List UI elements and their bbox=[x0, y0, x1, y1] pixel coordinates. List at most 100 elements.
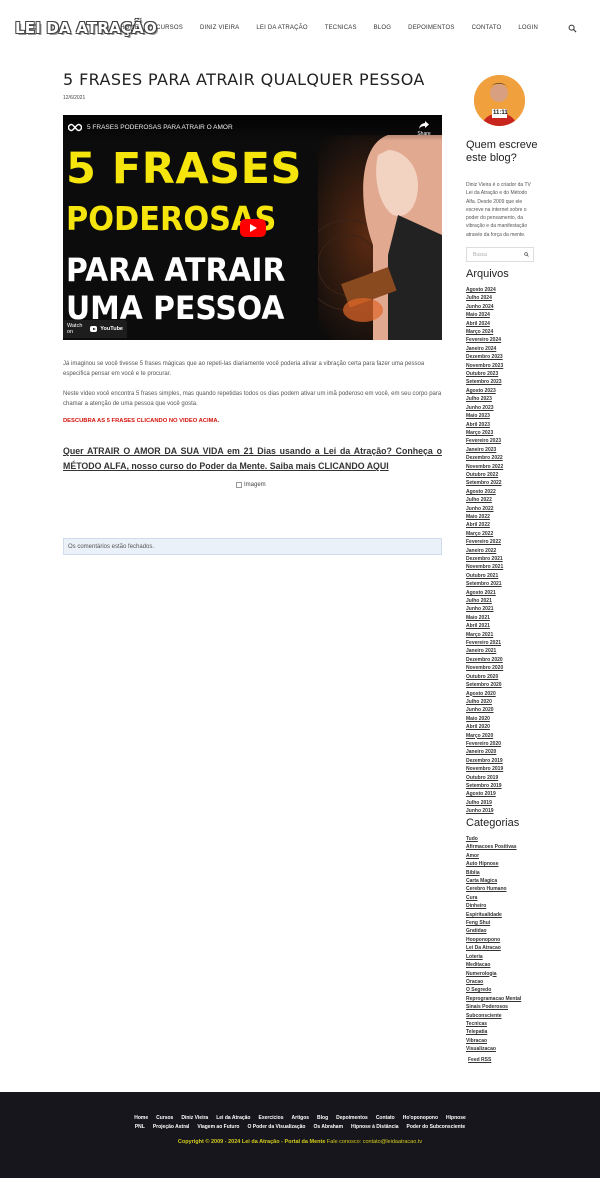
broken-image[interactable]: Imagem bbox=[236, 482, 266, 488]
archive-link[interactable]: Abril 2022 bbox=[466, 521, 503, 529]
archive-link[interactable]: Junho 2021 bbox=[466, 605, 503, 613]
nav-tecnicas[interactable]: TECNICAS bbox=[325, 25, 357, 31]
archive-link[interactable]: Agosto 2023 bbox=[466, 387, 503, 395]
archive-link[interactable]: Novembro 2023 bbox=[466, 362, 503, 370]
archive-link[interactable]: Julho 2024 bbox=[466, 294, 503, 302]
archive-link[interactable]: Setembro 2022 bbox=[466, 479, 503, 487]
archive-link[interactable]: Novembro 2022 bbox=[466, 463, 503, 471]
archive-link[interactable]: Novembro 2021 bbox=[466, 563, 503, 571]
archive-link[interactable]: Agosto 2019 bbox=[466, 790, 503, 798]
category-link[interactable]: Numerologia bbox=[466, 970, 521, 978]
archive-link[interactable]: Março 2020 bbox=[466, 732, 503, 740]
archive-link[interactable]: Junho 2024 bbox=[466, 303, 503, 311]
watch-on-youtube-button[interactable]: Watch on YouTube bbox=[63, 320, 127, 338]
category-link[interactable]: Subconsciente bbox=[466, 1012, 521, 1020]
category-link[interactable]: Telepatia bbox=[466, 1028, 521, 1036]
archive-link[interactable]: Janeiro 2022 bbox=[466, 547, 503, 555]
category-link[interactable]: Gratidao bbox=[466, 927, 521, 935]
footer-nav-link[interactable]: Depoimentos bbox=[336, 1115, 368, 1121]
sidebar-search-icon[interactable] bbox=[524, 252, 529, 257]
footer-nav-link[interactable]: Hipnose à Distância bbox=[351, 1124, 399, 1130]
archive-link[interactable]: Abril 2023 bbox=[466, 421, 503, 429]
archive-link[interactable]: Março 2021 bbox=[466, 631, 503, 639]
archive-link[interactable]: Maio 2021 bbox=[466, 614, 503, 622]
archive-link[interactable]: Março 2024 bbox=[466, 328, 503, 336]
archive-link[interactable]: Agosto 2021 bbox=[466, 589, 503, 597]
footer-nav-link[interactable]: Cursos bbox=[156, 1115, 173, 1121]
archive-link[interactable]: Setembro 2023 bbox=[466, 378, 503, 386]
archive-link[interactable]: Setembro 2020 bbox=[466, 681, 503, 689]
contact-text[interactable]: Fale conosco: contato@leidaatracao.tv bbox=[325, 1139, 422, 1145]
archive-link[interactable]: Julho 2023 bbox=[466, 395, 503, 403]
category-link[interactable]: Biblia bbox=[466, 869, 521, 877]
share-button[interactable]: Share bbox=[413, 121, 435, 137]
category-link[interactable]: Vibracao bbox=[466, 1037, 521, 1045]
archive-link[interactable]: Março 2023 bbox=[466, 429, 503, 437]
footer-nav-link[interactable]: Diniz Vieira bbox=[181, 1115, 208, 1121]
category-link[interactable]: Cura bbox=[466, 894, 521, 902]
archive-link[interactable]: Outubro 2022 bbox=[466, 471, 503, 479]
category-link[interactable]: Visualizacao bbox=[466, 1045, 521, 1053]
category-link[interactable]: Loteria bbox=[466, 953, 521, 961]
archive-link[interactable]: Julho 2021 bbox=[466, 597, 503, 605]
nav-contato[interactable]: CONTATO bbox=[472, 25, 502, 31]
archive-link[interactable]: Outubro 2020 bbox=[466, 673, 503, 681]
nav-lei-da-atracao[interactable]: LEI DA ATRAÇÃO bbox=[256, 25, 307, 31]
archive-link[interactable]: Agosto 2020 bbox=[466, 690, 503, 698]
feed-rss-link[interactable]: Feed RSS bbox=[468, 1057, 491, 1063]
archive-link[interactable]: Julho 2022 bbox=[466, 496, 503, 504]
archive-link[interactable]: Janeiro 2020 bbox=[466, 748, 503, 756]
footer-nav-link[interactable]: Os Abraham bbox=[313, 1124, 343, 1130]
archive-link[interactable]: Julho 2019 bbox=[466, 799, 503, 807]
archive-link[interactable]: Fevereiro 2024 bbox=[466, 336, 503, 344]
category-link[interactable]: Afirmacoes Positivas bbox=[466, 843, 521, 851]
archive-link[interactable]: Outubro 2023 bbox=[466, 370, 503, 378]
category-link[interactable]: Dinheiro bbox=[466, 902, 521, 910]
footer-nav-link[interactable]: O Poder da Visualização bbox=[247, 1124, 305, 1130]
archive-link[interactable]: Agosto 2024 bbox=[466, 286, 503, 294]
footer-nav-link[interactable]: Viagem ao Futuro bbox=[197, 1124, 239, 1130]
nav-diniz-vieira[interactable]: DINIZ VIEIRA bbox=[200, 25, 239, 31]
category-link[interactable]: Tecnicas bbox=[466, 1020, 521, 1028]
archive-link[interactable]: Setembro 2019 bbox=[466, 782, 503, 790]
archive-link[interactable]: Junho 2023 bbox=[466, 404, 503, 412]
footer-nav-link[interactable]: Home bbox=[134, 1115, 148, 1121]
archive-link[interactable]: Janeiro 2024 bbox=[466, 345, 503, 353]
search-icon[interactable] bbox=[568, 24, 577, 33]
footer-nav-link[interactable]: Blog bbox=[317, 1115, 328, 1121]
archive-link[interactable]: Outubro 2019 bbox=[466, 774, 503, 782]
category-link[interactable]: Cerebro Humano bbox=[466, 885, 521, 893]
category-link[interactable]: Carta Magica bbox=[466, 877, 521, 885]
archive-link[interactable]: Novembro 2019 bbox=[466, 765, 503, 773]
category-link[interactable]: Amor bbox=[466, 852, 521, 860]
category-link[interactable]: Oracao bbox=[466, 978, 521, 986]
archive-link[interactable]: Fevereiro 2023 bbox=[466, 437, 503, 445]
category-link[interactable]: Hooponopono bbox=[466, 936, 521, 944]
archive-link[interactable]: Agosto 2022 bbox=[466, 488, 503, 496]
footer-nav-link[interactable]: Ho'oponopono bbox=[403, 1115, 438, 1121]
nav-cursos[interactable]: CURSOS bbox=[156, 25, 183, 31]
category-link[interactable]: Lei Da Atracao bbox=[466, 944, 521, 952]
archive-link[interactable]: Abril 2020 bbox=[466, 723, 503, 731]
archive-link[interactable]: Setembro 2021 bbox=[466, 580, 503, 588]
archive-link[interactable]: Dezembro 2023 bbox=[466, 353, 503, 361]
archive-link[interactable]: Dezembro 2022 bbox=[466, 454, 503, 462]
footer-nav-link[interactable]: Exercícios bbox=[259, 1115, 284, 1121]
nav-home[interactable]: Home bbox=[120, 25, 139, 31]
archive-link[interactable]: Fevereiro 2022 bbox=[466, 538, 503, 546]
archive-link[interactable]: Maio 2020 bbox=[466, 715, 503, 723]
archive-link[interactable]: Novembro 2020 bbox=[466, 664, 503, 672]
category-link[interactable]: Auto Hipnose bbox=[466, 860, 521, 868]
footer-nav-link[interactable]: Poder do Subconsciente bbox=[407, 1124, 466, 1130]
archive-link[interactable]: Abril 2021 bbox=[466, 622, 503, 630]
sidebar-search-input[interactable]: Busca bbox=[466, 247, 534, 262]
footer-nav-link[interactable]: Projeção Astral bbox=[153, 1124, 190, 1130]
category-link[interactable]: Espiritualidade bbox=[466, 911, 521, 919]
channel-infinity-icon[interactable] bbox=[68, 123, 82, 132]
footer-nav-link[interactable]: Hipnose bbox=[446, 1115, 466, 1121]
category-link[interactable]: Sinais Poderosos bbox=[466, 1003, 521, 1011]
archive-link[interactable]: Março 2022 bbox=[466, 530, 503, 538]
category-link[interactable]: O Segredo bbox=[466, 986, 521, 994]
archive-link[interactable]: Fevereiro 2020 bbox=[466, 740, 503, 748]
archive-link[interactable]: Junho 2022 bbox=[466, 505, 503, 513]
